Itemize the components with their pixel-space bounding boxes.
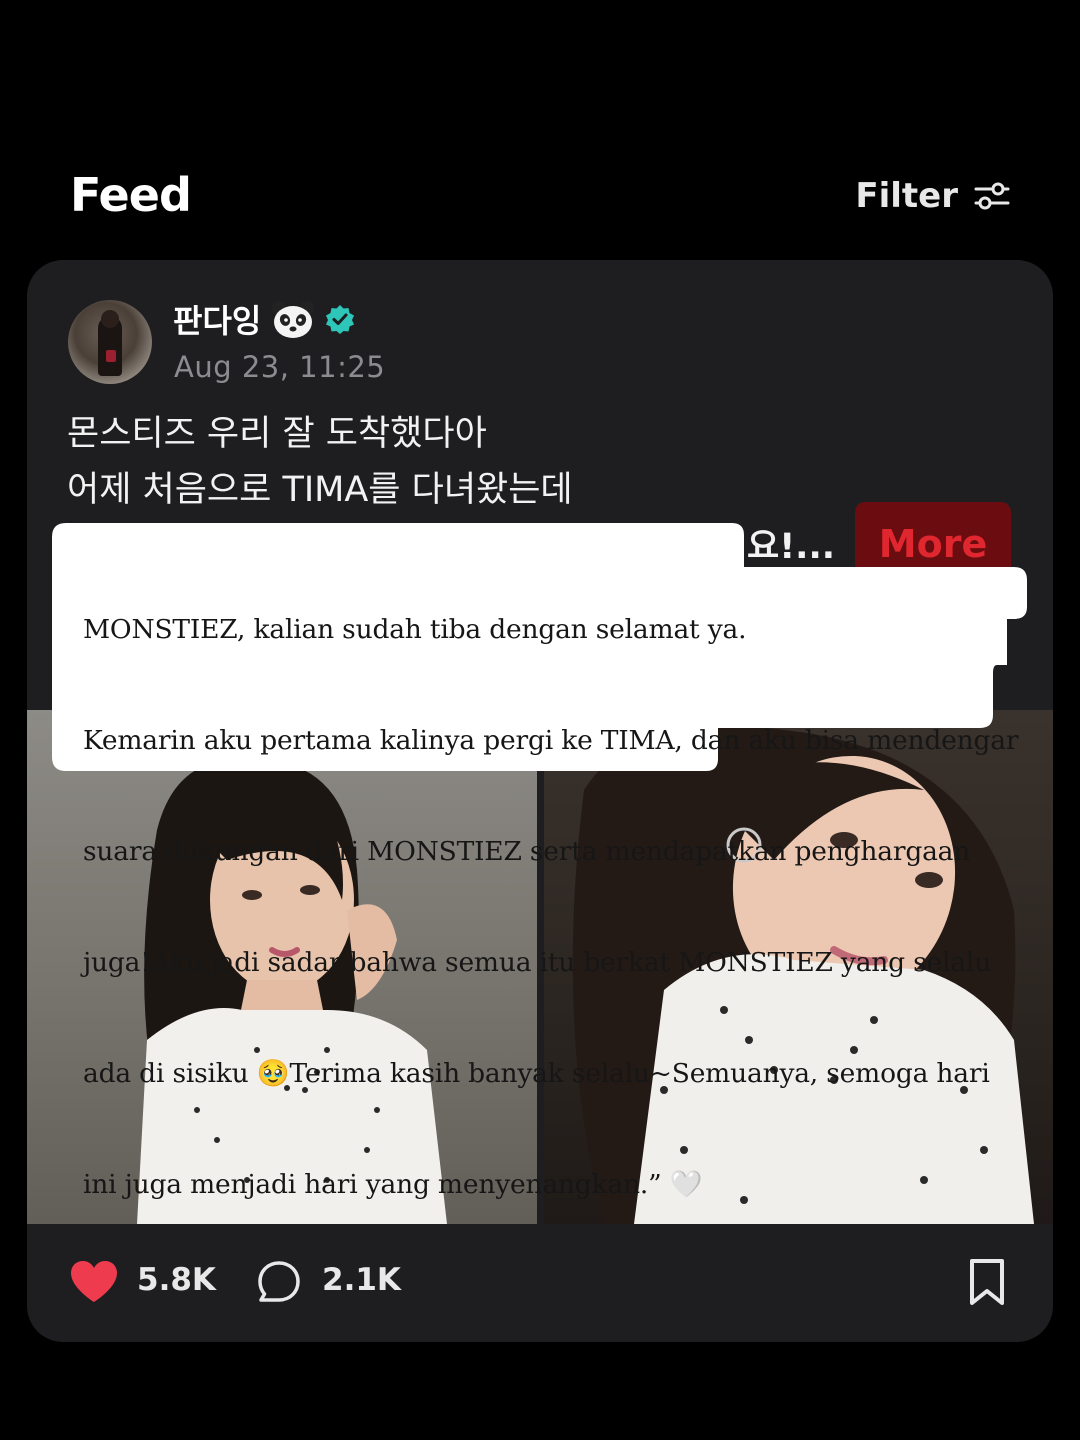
- post-text: 몬스티즈 우리 잘 도착했다아 어제 처음으로 TIMA를 다녀왔는데: [67, 406, 573, 518]
- page-title: Feed: [70, 168, 192, 222]
- panda-icon: [272, 301, 315, 338]
- filter-label: Filter: [855, 176, 958, 216]
- author-row: 판다잉: [173, 296, 355, 342]
- header: Feed Filter: [0, 150, 1080, 240]
- post-timestamp: Aug 23, 11:25: [174, 350, 386, 384]
- avatar-head: [101, 310, 119, 328]
- verified-icon: [326, 305, 355, 334]
- caption-line: ada di sisiku 🥹Terima kasih banyak selal…: [83, 1058, 990, 1089]
- caption-line: Kemarin aku pertama kalinya pergi ke TIM…: [83, 725, 1019, 756]
- translation-caption: MONSTIEZ, kalian sudah tiba dengan selam…: [52, 523, 1027, 1200]
- post-text-line: 어제 처음으로 TIMA를 다녀왔는데: [67, 470, 573, 510]
- caption-line: suara dukungan dari MONSTIEZ serta menda…: [83, 836, 971, 867]
- caption-line: MONSTIEZ, kalian sudah tiba dengan selam…: [83, 614, 747, 645]
- avatar-bag: [106, 350, 116, 362]
- username[interactable]: 판다잉: [173, 296, 261, 342]
- post-text-line: 몬스티즈 우리 잘 도착했다아: [67, 414, 487, 454]
- caption-text: MONSTIEZ, kalian sudah tiba dengan selam…: [83, 537, 1019, 1277]
- filter-icon: [974, 182, 1010, 210]
- feed-screen: Feed Filter 판다잉 Aug 23, 11:25 몬스티즈 우리 잘 …: [0, 0, 1080, 1440]
- avatar[interactable]: [68, 300, 152, 384]
- caption-line: ini juga menjadi hari yang menyenangkan.…: [83, 1169, 703, 1200]
- caption-line: juga!Aku jadi sadar bahwa semua itu berk…: [83, 947, 992, 978]
- filter-button[interactable]: Filter: [855, 176, 1010, 216]
